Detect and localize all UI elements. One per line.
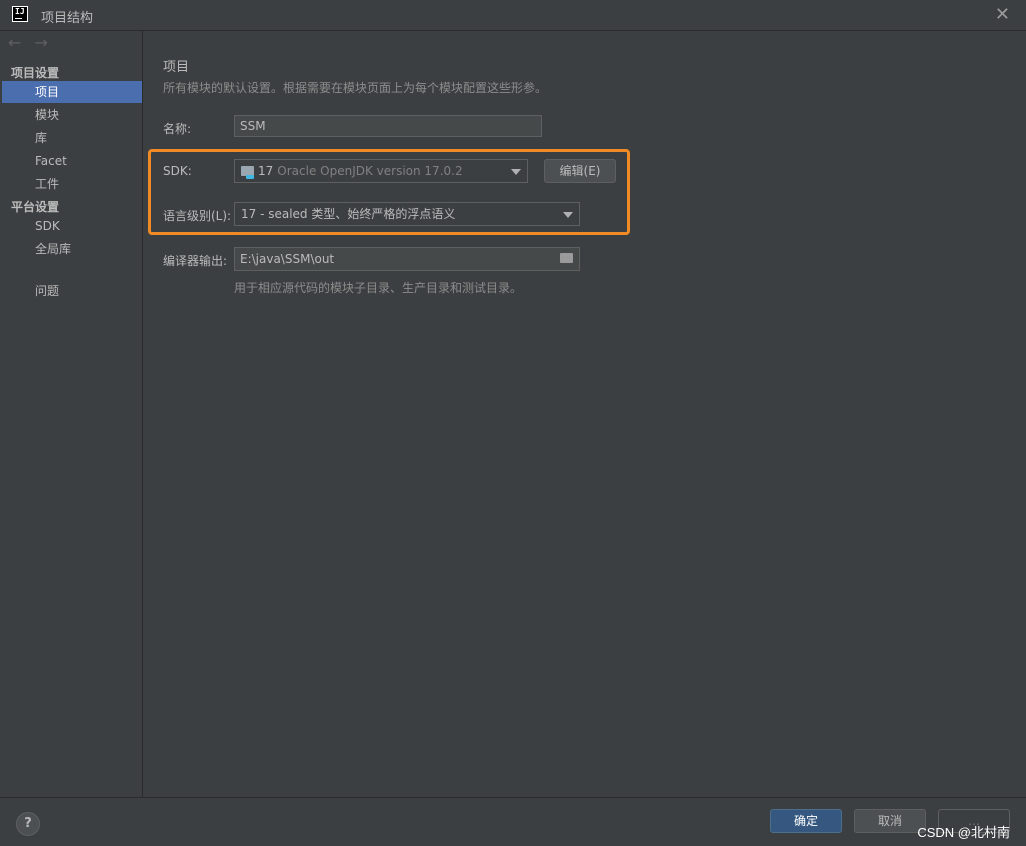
dialog-footer: ? 确定 取消 … bbox=[0, 797, 1026, 846]
sdk-dropdown[interactable]: 17 Oracle OpenJDK version 17.0.2 bbox=[234, 159, 528, 183]
language-level-dropdown[interactable]: 17 - sealed 类型、始终严格的浮点语义 bbox=[234, 202, 580, 226]
sidebar-heading-platform-settings: 平台设置 bbox=[11, 200, 60, 214]
edit-sdk-button[interactable]: 编辑(E) bbox=[544, 159, 616, 183]
sidebar-item-project[interactable]: 项目 bbox=[2, 81, 142, 103]
compiler-output-field[interactable]: E:\java\SSM\out bbox=[234, 247, 580, 271]
sidebar-item-problems[interactable]: 问题 bbox=[2, 280, 142, 302]
back-arrow-icon[interactable]: ← bbox=[8, 33, 21, 52]
name-label: 名称: bbox=[163, 122, 192, 136]
cancel-button[interactable]: 取消 bbox=[854, 809, 926, 833]
project-name-input[interactable] bbox=[234, 115, 542, 137]
csdn-watermark: CSDN @北村南 bbox=[917, 825, 1010, 840]
intellij-app-icon: IJ bbox=[12, 6, 28, 22]
sdk-label: SDK: bbox=[163, 164, 192, 178]
page-title: 项目 bbox=[163, 60, 190, 75]
sidebar-item-facet[interactable]: Facet bbox=[2, 150, 142, 172]
chevron-down-icon bbox=[511, 169, 521, 175]
help-icon[interactable]: ? bbox=[16, 812, 40, 836]
title-bar: IJ 项目结构 ✕ bbox=[0, 0, 1026, 31]
close-icon[interactable]: ✕ bbox=[995, 4, 1010, 25]
ok-button[interactable]: 确定 bbox=[770, 809, 842, 833]
forward-arrow-icon[interactable]: → bbox=[35, 33, 48, 52]
sdk-value: Oracle OpenJDK version 17.0.2 bbox=[277, 164, 463, 178]
compiler-output-value: E:\java\SSM\out bbox=[240, 252, 335, 266]
language-level-label: 语言级别(L): bbox=[163, 209, 232, 223]
sdk-version-number: 17 bbox=[258, 164, 274, 178]
nav-arrows: ← → bbox=[8, 33, 56, 52]
folder-browse-icon[interactable] bbox=[560, 253, 573, 263]
sidebar-item-sdk[interactable]: SDK bbox=[2, 215, 142, 237]
compiler-output-label: 编译器输出: bbox=[163, 254, 228, 268]
language-level-value: 17 - sealed 类型、始终严格的浮点语义 bbox=[241, 207, 456, 221]
page-description: 所有模块的默认设置。根据需要在模块页面上为每个模块配置这些形参。 bbox=[163, 81, 548, 95]
window-title: 项目结构 bbox=[41, 11, 94, 26]
project-settings-panel: 项目 所有模块的默认设置。根据需要在模块页面上为每个模块配置这些形参。 名称: … bbox=[143, 31, 1026, 797]
sidebar-item-modules[interactable]: 模块 bbox=[2, 104, 142, 126]
sidebar-heading-project-settings: 项目设置 bbox=[11, 66, 60, 80]
jdk-folder-icon bbox=[241, 166, 254, 179]
sidebar-item-global-libraries[interactable]: 全局库 bbox=[2, 238, 142, 260]
sidebar-item-artifacts[interactable]: 工件 bbox=[2, 173, 142, 195]
sidebar: ← → 项目设置 项目 模块 库 Facet 工件 平台设置 SDK 全局库 问… bbox=[0, 31, 143, 797]
sidebar-item-libraries[interactable]: 库 bbox=[2, 127, 142, 149]
compiler-output-hint: 用于相应源代码的模块子目录、生产目录和测试目录。 bbox=[234, 281, 523, 295]
chevron-down-icon bbox=[563, 212, 573, 218]
